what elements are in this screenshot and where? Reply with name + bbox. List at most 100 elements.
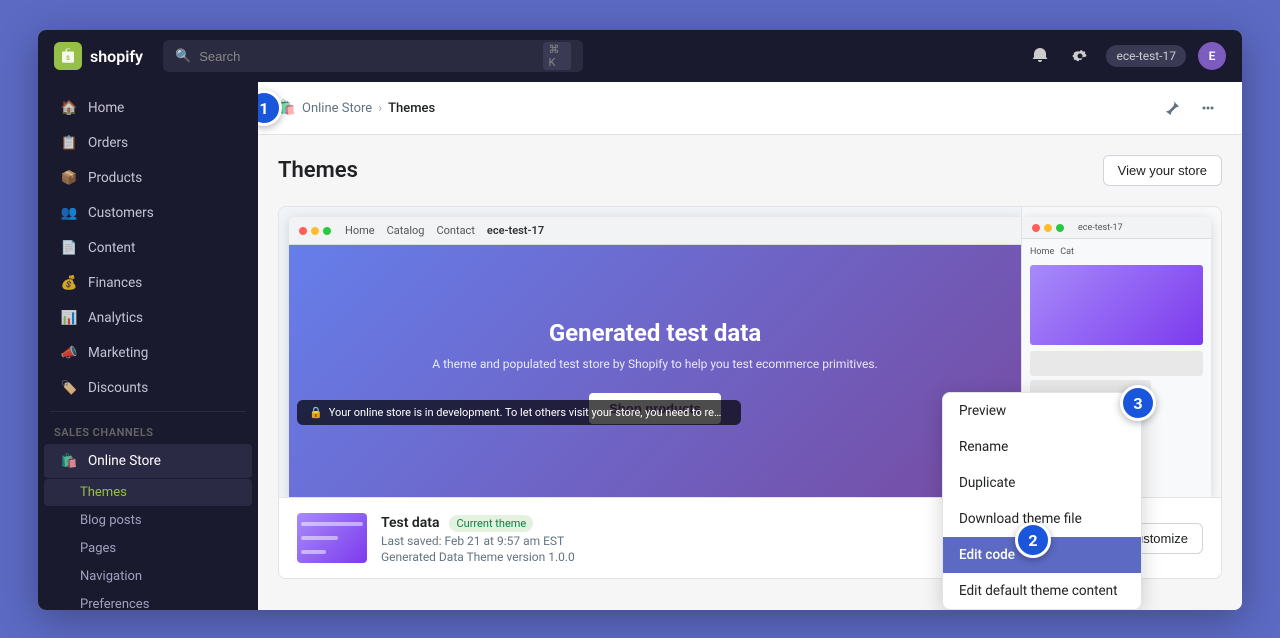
logo-area: S shopify [54,42,143,70]
thumb-line-1 [301,522,363,526]
search-bar[interactable]: 🔍 ⌘ K [163,40,583,72]
sidebar-item-customers[interactable]: 👥 Customers [44,196,252,230]
discounts-icon: 🏷️ [60,379,78,397]
sidebar-item-content[interactable]: 📄 Content [44,231,252,265]
sidebar-divider-1 [50,411,246,412]
side-browser-dots [1032,224,1064,232]
dot-yellow [311,227,319,235]
fake-nav-catalog: Catalog [387,224,425,237]
topbar: S shopify 🔍 ⌘ K ece-test-17 E [38,30,1242,82]
sidebar-discounts-label: Discounts [88,380,148,396]
sidebar-item-home[interactable]: 🏠 Home [44,91,252,125]
side-dot-red [1032,224,1040,232]
context-menu-preview[interactable]: Preview [943,393,1141,429]
sales-channels-section: Sales channels [38,418,258,443]
annotation-2: 2 [1015,522,1051,558]
shopify-logo-icon: S [54,42,82,70]
sidebar-sub-item-themes[interactable]: Themes [44,479,252,506]
side-dot-yellow [1044,224,1052,232]
context-menu-duplicate[interactable]: Duplicate [943,465,1141,501]
sidebar-navigation-label: Navigation [80,569,142,584]
sidebar-sub-item-blog-posts[interactable]: Blog posts [44,507,252,534]
settings-icon-btn[interactable] [1066,42,1094,70]
generated-card-subtitle: A theme and populated test store by Shop… [432,355,877,373]
app-frame: S shopify 🔍 ⌘ K ece-test-17 E [38,30,1242,610]
sidebar-item-analytics[interactable]: 📊 Analytics [44,301,252,335]
thumb-line-2 [301,536,338,540]
side-nav-cat: Cat [1060,247,1074,257]
sidebar-sub-item-pages[interactable]: Pages [44,535,252,562]
sidebar-preferences-label: Preferences [80,597,149,610]
avatar-initials: E [1209,49,1216,63]
sidebar-sub-item-preferences[interactable]: Preferences [44,591,252,610]
theme-preview-main: Home Catalog Contact ece-test-17 Generat… [279,207,1021,497]
logo-text: shopify [90,47,143,66]
topbar-right: ece-test-17 E [1026,42,1226,70]
fake-browser-side-bar: ece-test-17 [1022,217,1211,239]
store-name: ece-test-17 [1116,49,1176,63]
sidebar-blog-posts-label: Blog posts [80,513,142,528]
fake-browser-body: Generated test data A theme and populate… [289,245,1021,497]
content-icon: 📄 [60,239,78,257]
fake-nav-store-name: ece-test-17 [487,224,544,237]
search-icon: 🔍 [175,49,191,64]
header-actions [1158,94,1222,122]
sidebar-item-marketing[interactable]: 📣 Marketing [44,336,252,370]
context-menu-edit-default[interactable]: Edit default theme content [943,573,1141,609]
lock-badge: 🔒 Your online store is in development. T… [297,400,741,425]
side-nav-home: Home [1030,247,1054,257]
finances-icon: 💰 [60,274,78,292]
breadcrumb-parent[interactable]: Online Store [302,101,372,116]
breadcrumb-current: Themes [388,101,435,116]
theme-thumb [297,513,367,563]
annotation-3: 3 [1120,385,1156,421]
sidebar-marketing-label: Marketing [88,345,148,361]
analytics-icon: 📊 [60,309,78,327]
notification-icon-btn[interactable] [1026,42,1054,70]
breadcrumb-separator: › [378,101,382,116]
avatar[interactable]: E [1198,42,1226,70]
page-title: Themes [278,158,358,183]
store-badge[interactable]: ece-test-17 [1106,45,1186,67]
svg-text:S: S [66,55,70,62]
more-actions-icon-btn[interactable] [1194,94,1222,122]
sidebar-item-products[interactable]: 📦 Products [44,161,252,195]
content-area: 1 🛍️ Online Store › Themes [258,82,1242,610]
sidebar: 🏠 Home 📋 Orders 📦 Products 👥 Customers 📄 [38,82,258,610]
context-menu-rename[interactable]: Rename [943,429,1141,465]
themes-title-row: Themes View your store [278,155,1222,186]
keyboard-shortcut: ⌘ K [543,42,571,70]
sidebar-item-discounts[interactable]: 🏷️ Discounts [44,371,252,405]
view-store-button[interactable]: View your store [1103,155,1222,186]
theme-name: Test data [381,515,440,531]
sidebar-finances-label: Finances [88,275,142,291]
fake-nav: Home Catalog Contact ece-test-17 [337,224,552,237]
lock-icon: 🔒 [309,406,323,419]
sidebar-pages-label: Pages [80,541,116,556]
generated-card: Generated test data A theme and populate… [289,245,1021,497]
sidebar-item-online-store[interactable]: 🛍️ Online Store [44,444,252,478]
sidebar-item-orders[interactable]: 📋 Orders [44,126,252,160]
breadcrumb: 🛍️ Online Store › Themes [278,99,435,117]
search-input[interactable] [199,49,535,64]
current-theme-tag: Current theme [449,515,533,532]
fake-browser-main: Home Catalog Contact ece-test-17 Generat… [289,217,1021,497]
dot-red [299,227,307,235]
content-header: 🛍️ Online Store › Themes [258,82,1242,135]
theme-thumb-mini [297,513,367,563]
sidebar-themes-label: Themes [80,485,127,500]
products-icon: 📦 [60,169,78,187]
orders-icon: 📋 [60,134,78,152]
sidebar-sub-item-navigation[interactable]: Navigation [44,563,252,590]
sidebar-customers-label: Customers [88,205,154,221]
fake-nav-home: Home [345,224,375,237]
fake-nav-contact: Contact [436,224,474,237]
side-block-2 [1030,351,1203,376]
side-nav: Home Cat [1030,247,1203,257]
pin-icon-btn[interactable] [1158,94,1186,122]
marketing-icon: 📣 [60,344,78,362]
sidebar-item-finances[interactable]: 💰 Finances [44,266,252,300]
generated-card-title: Generated test data [549,319,761,347]
context-menu: Preview Rename Duplicate Download theme … [942,392,1142,610]
sidebar-orders-label: Orders [88,135,128,151]
